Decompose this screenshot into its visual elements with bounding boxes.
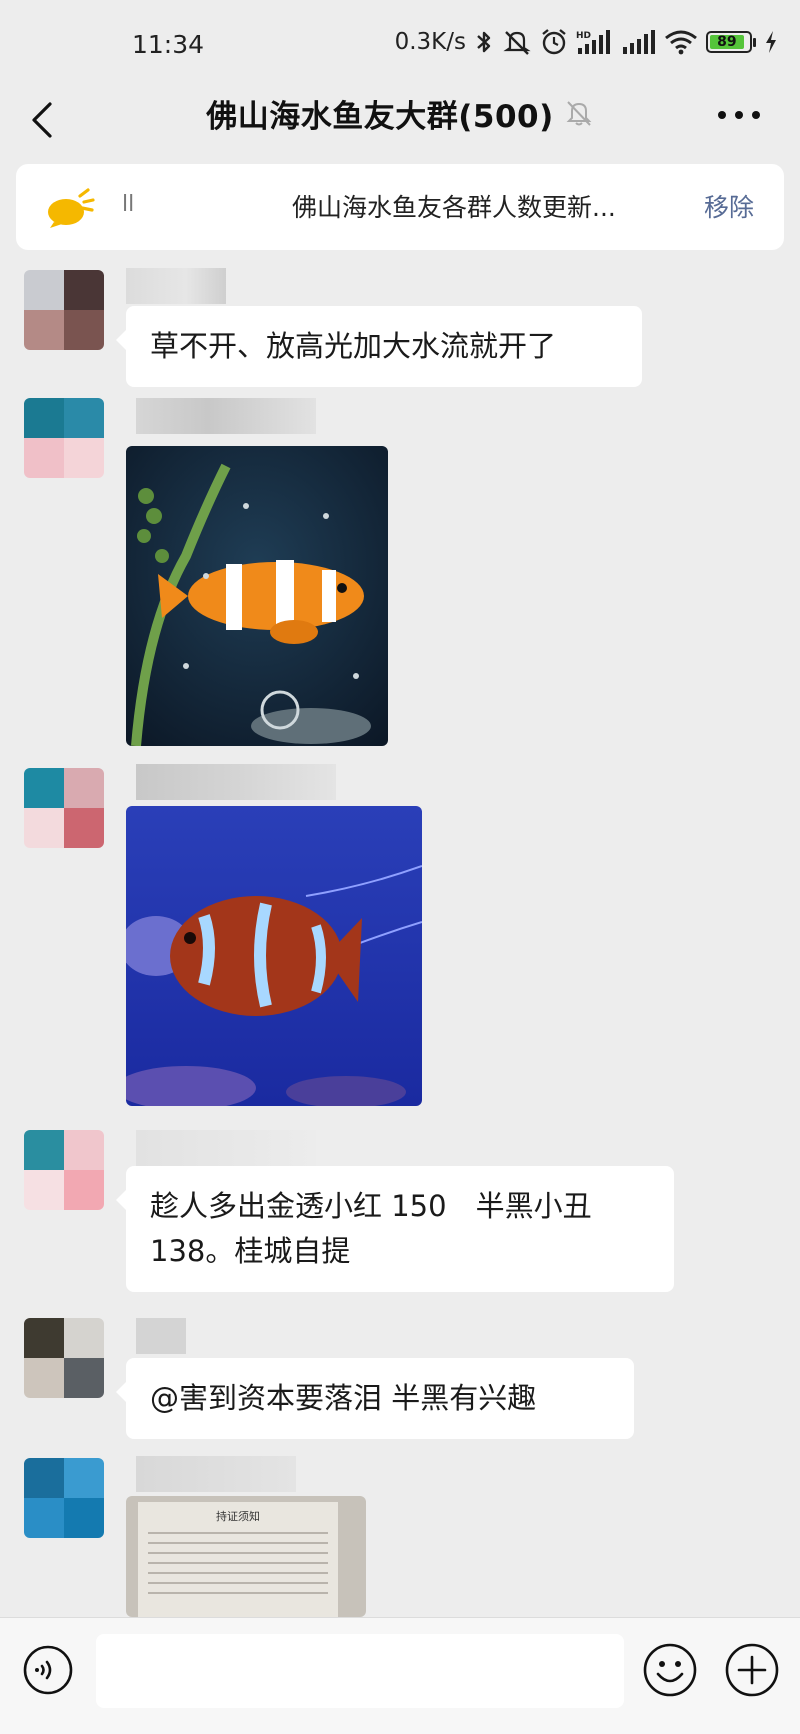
sender-name — [136, 1318, 186, 1354]
megaphone-icon — [48, 188, 95, 228]
muted-bell-icon — [566, 101, 592, 126]
text-message-bubble[interactable]: 趁人多出金透小红 150 半黑小丑 138。桂城自提 — [116, 1166, 674, 1292]
avatar[interactable] — [24, 768, 104, 848]
avatar[interactable] — [24, 1458, 104, 1538]
mute-notification-icon — [503, 31, 531, 55]
chat-title-wrap: 佛山海水鱼友大群(500) — [0, 92, 800, 135]
text-message-bubble[interactable]: @害到资本要落泪 半黑有兴趣 — [116, 1358, 634, 1439]
avatar[interactable] — [24, 1130, 104, 1210]
sender-name — [136, 1130, 316, 1166]
emoji-icon[interactable] — [642, 1642, 698, 1698]
status-icons: 0.3K/s HD 89 — [395, 28, 778, 56]
svg-text:HD: HD — [576, 31, 591, 41]
signal-icon — [623, 30, 655, 54]
group-notice-bar[interactable]: ll 佛山海水鱼友各群人数更新... 移除 — [16, 164, 784, 250]
sender-name — [136, 764, 336, 800]
text-message-bubble[interactable]: 草不开、放高光加大水流就开了 — [116, 306, 642, 387]
clownfish-photo[interactable] — [126, 446, 388, 746]
notice-remove-button[interactable]: 移除 — [704, 188, 754, 224]
notice-prefix: ll — [122, 192, 135, 217]
maroon-clownfish-photo[interactable] — [126, 806, 422, 1106]
alarm-icon — [542, 29, 566, 55]
notice-text: 佛山海水鱼友各群人数更新... — [292, 193, 616, 222]
sender-name — [136, 1456, 296, 1492]
hd-signal-icon: HD — [576, 30, 610, 54]
chat-input-bar — [0, 1617, 800, 1734]
message-input[interactable] — [96, 1634, 624, 1708]
status-time: 11:34 — [132, 30, 205, 59]
plus-icon[interactable] — [724, 1642, 780, 1698]
voice-input-icon[interactable] — [22, 1644, 74, 1696]
document-photo[interactable]: 持证须知 — [126, 1496, 366, 1617]
sender-name — [136, 398, 316, 434]
bluetooth-icon — [477, 31, 491, 53]
avatar[interactable] — [24, 270, 104, 350]
wifi-icon — [665, 30, 697, 55]
chat-title: 佛山海水鱼友大群(500) — [206, 98, 554, 135]
network-speed: 0.3K/s — [394, 29, 466, 55]
avatar[interactable] — [24, 398, 104, 478]
battery-indicator: 89 — [706, 31, 756, 53]
document-title: 持证须知 — [216, 1510, 260, 1523]
battery-level: 89 — [710, 34, 744, 50]
avatar[interactable] — [24, 1318, 104, 1398]
charging-icon — [766, 31, 776, 53]
sender-name — [126, 268, 226, 304]
status-bar: 11:34 0.3K/s HD 89 — [0, 0, 800, 90]
more-icon[interactable] — [716, 105, 762, 125]
